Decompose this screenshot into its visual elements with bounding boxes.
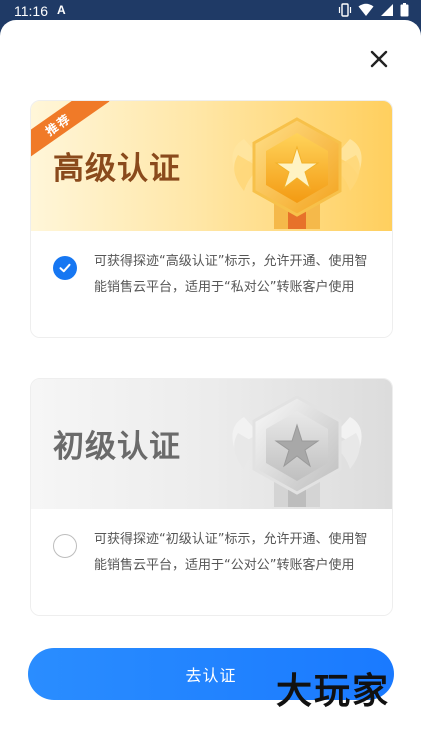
senior-auth-banner: 推荐 高级认证 [31, 101, 392, 231]
check-icon [59, 263, 71, 273]
close-button[interactable] [364, 44, 394, 74]
junior-auth-radio-unchecked[interactable] [53, 534, 77, 558]
junior-auth-body: 可获得探迹“初级认证”标示，允许开通、使用智能销售云平台，适用于“公对公”转账客… [31, 509, 392, 615]
close-icon[interactable] [369, 49, 389, 69]
junior-auth-description: 可获得探迹“初级认证”标示，允许开通、使用智能销售云平台，适用于“公对公”转账客… [94, 532, 368, 573]
vibrate-icon [338, 3, 352, 17]
junior-auth-card[interactable]: 初级认证 可获得探迹“初级认证”标示，允许开通、使用智能销售云平台，适用于“公对… [30, 378, 393, 616]
senior-auth-radio-checked[interactable] [53, 256, 77, 280]
senior-auth-title: 高级认证 [53, 151, 181, 187]
junior-auth-title: 初级认证 [53, 429, 181, 465]
signal-icon [381, 4, 393, 16]
junior-auth-banner: 初级认证 [31, 379, 392, 509]
battery-icon [400, 3, 409, 17]
silver-medal-icon [232, 395, 362, 507]
auth-sheet: 推荐 高级认证 可获得探迹“高级认证”标示，允许开通、使用智能销售云平台，适用于… [0, 20, 421, 748]
senior-auth-description: 可获得探迹“高级认证”标示，允许开通、使用智能销售云平台，适用于“私对公”转账客… [94, 254, 368, 295]
senior-auth-card[interactable]: 推荐 高级认证 可获得探迹“高级认证”标示，允许开通、使用智能销售云平台，适用于… [30, 100, 393, 338]
status-time: 11:16 [14, 3, 48, 19]
status-icons [338, 3, 409, 17]
watermark-text: 大玩家 [276, 671, 391, 712]
wifi-icon [358, 3, 374, 16]
senior-auth-body: 可获得探迹“高级认证”标示，允许开通、使用智能销售云平台，适用于“私对公”转账客… [31, 231, 392, 337]
gold-medal-icon [232, 117, 362, 229]
notification-icon: A [57, 3, 66, 17]
